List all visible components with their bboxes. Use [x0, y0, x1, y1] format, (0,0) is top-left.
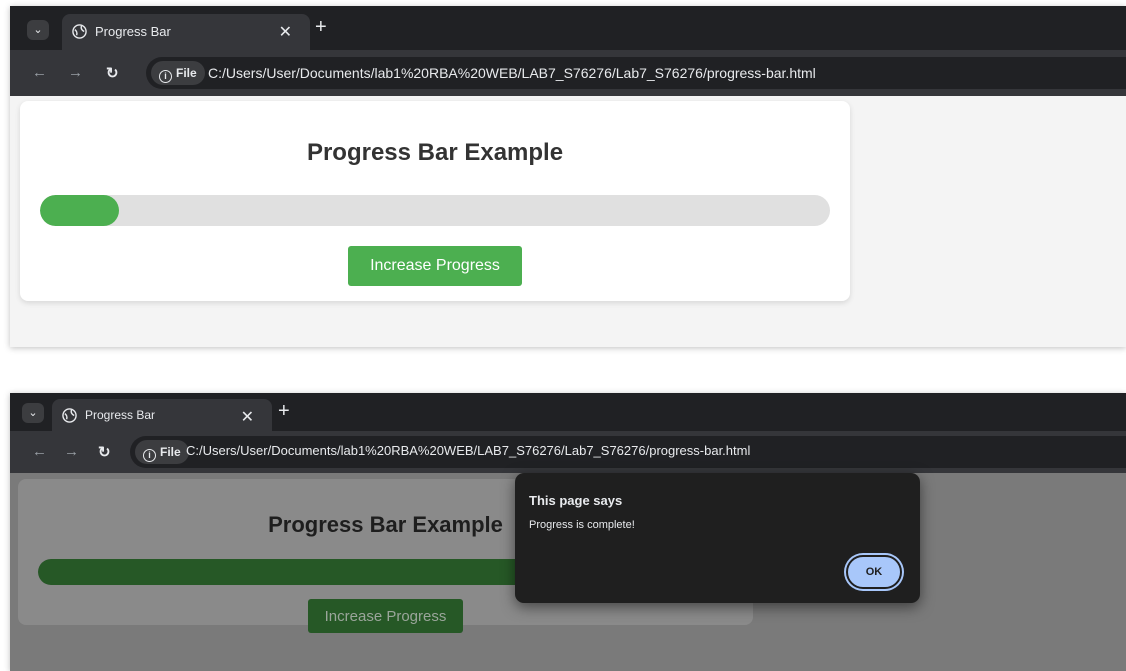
tab-title: Progress Bar	[85, 408, 156, 422]
site-info-chip[interactable]: i File	[135, 440, 189, 464]
browser-tab[interactable]: Progress Bar ✕	[62, 14, 310, 50]
dialog-message: Progress is complete!	[529, 519, 635, 531]
back-icon[interactable]: ←	[32, 64, 47, 81]
tab-strip: ⌄ Progress Bar ✕ +	[10, 6, 1126, 50]
new-tab-button[interactable]: +	[315, 16, 327, 39]
reload-icon[interactable]: ↻	[106, 64, 119, 82]
site-info-chip[interactable]: i File	[151, 61, 205, 85]
toolbar: ← → ↻ i File C:/Users/User/Documents/lab1…	[10, 50, 1126, 96]
alert-dialog: This page says Progress is complete! OK	[515, 473, 920, 603]
address-bar[interactable]: i File C:/Users/User/Documents/lab1%20RBA…	[130, 436, 1126, 468]
page-viewport: Progress Bar Example Increase Progress	[10, 96, 1126, 347]
url-text: C:/Users/User/Documents/lab1%20RBA%20WEB…	[208, 65, 816, 81]
browser-tab[interactable]: Progress Bar ✕	[52, 399, 272, 431]
info-icon: i	[159, 70, 172, 83]
globe-icon	[62, 408, 77, 423]
increase-progress-button[interactable]: Increase Progress	[348, 246, 522, 286]
site-info-label: File	[160, 445, 181, 459]
reload-icon[interactable]: ↻	[98, 443, 111, 461]
page-heading: Progress Bar Example	[306, 139, 564, 166]
new-tab-button[interactable]: +	[278, 400, 290, 423]
forward-icon[interactable]: →	[68, 64, 83, 81]
browser-window-after: ⌄ Progress Bar ✕ + ← → ↻ i File C:/Users/…	[10, 393, 1126, 671]
progress-fill	[40, 195, 119, 226]
site-info-label: File	[176, 66, 197, 80]
tab-search-button[interactable]: ⌄	[27, 20, 49, 40]
tab-strip: ⌄ Progress Bar ✕ +	[10, 393, 1126, 431]
tab-title: Progress Bar	[95, 24, 171, 39]
close-tab-icon[interactable]: ✕	[241, 407, 254, 427]
toolbar: ← → ↻ i File C:/Users/User/Documents/lab1…	[10, 431, 1126, 473]
forward-icon[interactable]: →	[64, 443, 79, 460]
close-tab-icon[interactable]: ✕	[279, 22, 292, 42]
progress-card: Progress Bar Example Increase Progress	[20, 101, 850, 301]
browser-window-before: ⌄ Progress Bar ✕ + ← → ↻ i File C:/Users/…	[10, 6, 1126, 347]
progress-track	[40, 195, 830, 226]
back-icon[interactable]: ←	[32, 443, 47, 460]
info-icon: i	[143, 449, 156, 462]
address-bar[interactable]: i File C:/Users/User/Documents/lab1%20RBA…	[146, 57, 1126, 89]
tab-search-button[interactable]: ⌄	[22, 403, 44, 423]
increase-progress-button[interactable]: Increase Progress	[308, 599, 463, 633]
dialog-title: This page says	[529, 493, 623, 508]
globe-icon	[72, 24, 87, 39]
url-text: C:/Users/User/Documents/lab1%20RBA%20WEB…	[186, 443, 751, 458]
ok-button[interactable]: OK	[846, 555, 902, 589]
